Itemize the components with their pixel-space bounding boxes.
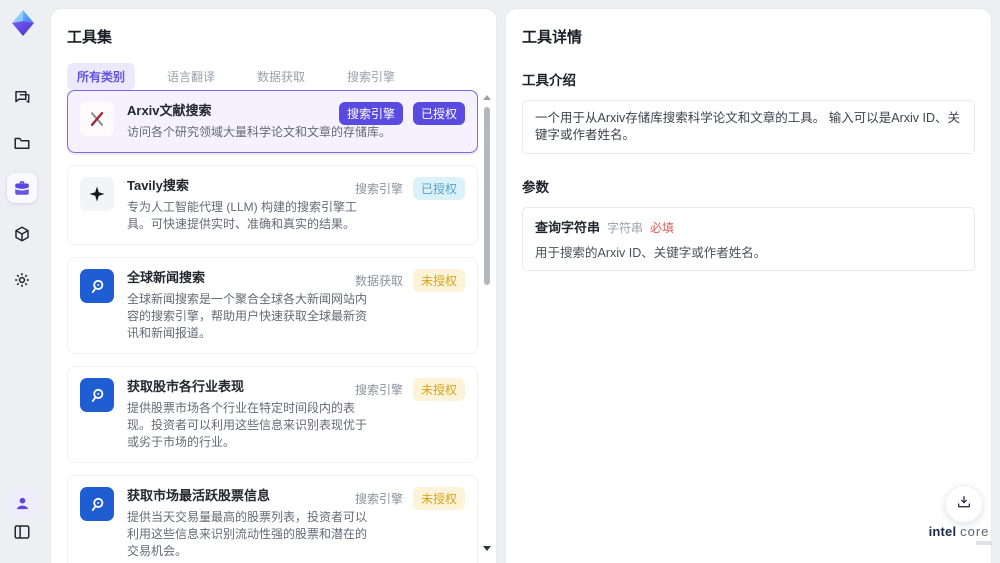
chat-icon xyxy=(13,88,31,106)
brand-core-text: core xyxy=(960,524,990,539)
category-label: 搜索引擎 xyxy=(354,182,403,196)
sidebar-item-models[interactable] xyxy=(7,219,37,249)
category-label: 搜索引擎 xyxy=(354,492,403,506)
tool-description: 专为人工智能代理 (LLM) 构建的搜索引擎工具。可快速提供实时、准确和真实的结… xyxy=(127,200,358,231)
arxiv-icon xyxy=(80,102,114,136)
param-box: 查询字符串 字符串 必填 用于搜索的Arxiv ID、关键字或作者姓名。 xyxy=(522,207,975,271)
param-description: 用于搜索的Arxiv ID、关键字或作者姓名。 xyxy=(535,246,767,260)
auth-status-badge: 已授权 xyxy=(412,177,465,200)
gear-icon xyxy=(13,271,31,289)
scrollbar-thumb[interactable] xyxy=(484,107,490,285)
cube-icon xyxy=(13,225,31,243)
intro-heading: 工具介绍 xyxy=(522,73,576,88)
app-logo-icon xyxy=(8,8,38,38)
list-scrollbar[interactable] xyxy=(483,93,491,553)
news-search-icon xyxy=(80,378,114,412)
download-button[interactable] xyxy=(945,485,983,523)
auth-status-badge: 未授权 xyxy=(412,487,465,510)
intro-box: 一个用于从Arxiv存储库搜索科学论文和文章的工具。 输入可以是Arxiv ID… xyxy=(522,100,975,154)
auth-status-badge: 未授权 xyxy=(412,269,465,292)
sidebar-item-files[interactable] xyxy=(7,128,37,158)
category-tabs: 所有类别 语言翻译 数据获取 搜索引擎 xyxy=(51,47,496,90)
panel-toggle-icon xyxy=(13,523,31,541)
param-name: 查询字符串 xyxy=(535,220,601,235)
category-label: 搜索引擎 xyxy=(354,383,403,397)
tool-name: Tavily搜索 xyxy=(127,178,189,193)
tool-description: 访问各个研究领域大量科学论文和文章的存储库。 xyxy=(127,125,392,139)
param-required-flag: 必填 xyxy=(650,221,675,235)
app-sidebar xyxy=(0,0,46,563)
sidebar-item-chat[interactable] xyxy=(7,82,37,112)
download-icon xyxy=(956,494,972,515)
tool-detail-panel: 工具详情 工具介绍 一个用于从Arxiv存储库搜索科学论文和文章的工具。 输入可… xyxy=(505,8,992,563)
tab-all-categories[interactable]: 所有类别 xyxy=(67,63,136,90)
auth-status-badge: 未授权 xyxy=(412,378,465,401)
sidebar-item-collapse[interactable] xyxy=(7,517,37,547)
tool-list: Arxiv文献搜索 访问各个研究领域大量科学论文和文章的存储库。 搜索引擎 已授… xyxy=(67,90,478,563)
detail-title: 工具详情 xyxy=(522,29,583,46)
category-label: 数据获取 xyxy=(354,274,403,288)
intro-text: 一个用于从Arxiv存储库搜索科学论文和文章的工具。 输入可以是Arxiv ID… xyxy=(535,111,961,142)
tool-card-global-news[interactable]: 全球新闻搜索 全球新闻搜索是一个聚合全球各大新闻网站内容的搜索引擎，帮助用户快速… xyxy=(67,257,478,354)
news-search-icon xyxy=(80,269,114,303)
tool-description: 提供股票市场各个行业在特定时间段内的表现。投资者可以利用这些信息来识别表现优于或… xyxy=(127,401,368,449)
tool-description: 提供当天交易量最高的股票列表，投资者可以利用这些信息来识别流动性强的股票和潜在的… xyxy=(127,510,368,558)
tab-data-fetch[interactable]: 数据获取 xyxy=(247,63,315,90)
intel-core-logo: intel core xyxy=(926,524,992,545)
param-type: 字符串 xyxy=(607,221,644,235)
category-badge: 搜索引擎 xyxy=(338,102,403,125)
toolbox-icon xyxy=(13,179,31,197)
tool-card-tavily[interactable]: Tavily搜索 专为人工智能代理 (LLM) 构建的搜索引擎工具。可快速提供实… xyxy=(67,165,478,245)
sidebar-item-settings[interactable] xyxy=(7,265,37,295)
tab-language-translation[interactable]: 语言翻译 xyxy=(157,63,225,90)
auth-status-badge: 已授权 xyxy=(412,102,465,125)
tool-name: 获取股市各行业表现 xyxy=(127,379,245,394)
sidebar-item-account[interactable] xyxy=(7,488,37,518)
tool-name: 全球新闻搜索 xyxy=(127,270,206,285)
news-search-icon xyxy=(80,487,114,521)
tool-description: 全球新闻搜索是一个聚合全球各大新闻网站内容的搜索引擎，帮助用户快速获取全球最新资… xyxy=(127,292,368,340)
brand-sub-mark xyxy=(976,541,992,545)
tool-list-panel: 工具集 所有类别 语言翻译 数据获取 搜索引擎 Arxiv文献搜索 访问各个研究… xyxy=(50,8,497,563)
tool-card-most-active-stocks[interactable]: 获取市场最活跃股票信息 提供当天交易量最高的股票列表，投资者可以利用这些信息来识… xyxy=(67,475,478,563)
tool-card-sector-performance[interactable]: 获取股市各行业表现 提供股票市场各个行业在特定时间段内的表现。投资者可以利用这些… xyxy=(67,366,478,463)
user-icon xyxy=(14,495,31,512)
sidebar-item-toolbox[interactable] xyxy=(7,173,37,203)
page-title: 工具集 xyxy=(67,29,113,46)
tool-card-arxiv[interactable]: Arxiv文献搜索 访问各个研究领域大量科学论文和文章的存储库。 搜索引擎 已授… xyxy=(67,90,478,153)
folder-icon xyxy=(13,134,31,152)
scrollbar-up-arrow[interactable] xyxy=(483,95,491,100)
tab-search-engine[interactable]: 搜索引擎 xyxy=(337,63,405,90)
scrollbar-down-arrow[interactable] xyxy=(483,546,491,551)
params-heading: 参数 xyxy=(522,180,549,195)
brand-intel-text: intel xyxy=(928,524,957,539)
star-icon xyxy=(80,177,114,211)
tool-name: 获取市场最活跃股票信息 xyxy=(127,488,271,503)
